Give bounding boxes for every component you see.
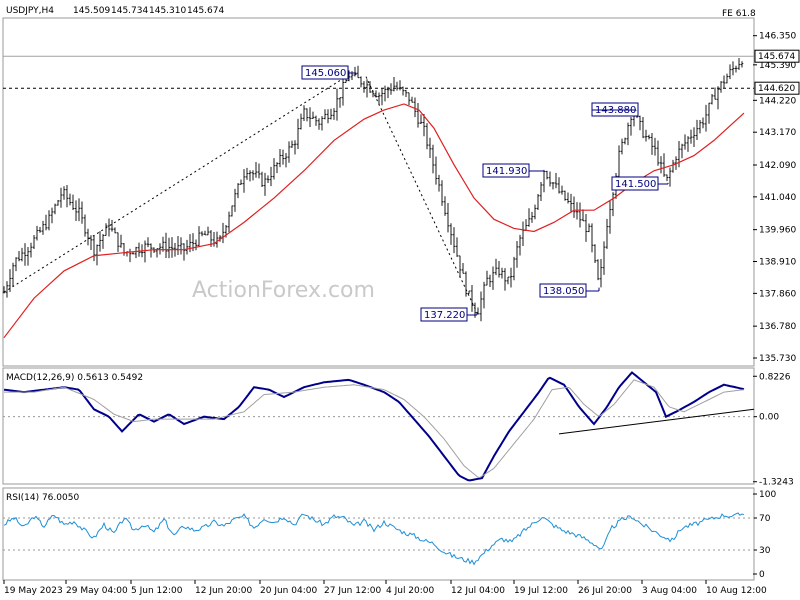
time-axis-label: 12 Jul 04:00 — [451, 586, 505, 596]
chart-canvas: 146.350145.390144.220143.170142.090141.0… — [2, 6, 800, 596]
price-axis-label: 136.780 — [759, 322, 796, 332]
projection-line — [3, 74, 350, 293]
price-axis-label: 137.860 — [759, 289, 796, 299]
rsi-axis-label: 30 — [759, 546, 771, 556]
price-axis-label: 135.730 — [759, 354, 796, 364]
time-axis-label: 26 Jul 20:00 — [578, 586, 632, 596]
macd-main-line — [3, 371, 745, 482]
annotation-label: 137.220 — [424, 310, 465, 321]
price-axis-label: 141.040 — [759, 193, 796, 203]
price-axis-label: 146.350 — [759, 32, 796, 42]
time-axis-label: 19 May 2023 — [4, 586, 63, 596]
macd-signal-line — [4, 379, 745, 478]
rsi-pane-frame — [2, 487, 755, 581]
time-axis-label: 3 Aug 04:00 — [642, 586, 697, 596]
open-value: 145.509 — [73, 6, 110, 16]
symbol-label: USDJPY,H4 — [6, 6, 54, 16]
price-axis-label: 142.090 — [759, 161, 796, 171]
annotation-label: 141.930 — [486, 166, 527, 177]
time-axis-label: 29 May 04:00 — [66, 586, 128, 596]
price-axis-label: 138.910 — [759, 258, 796, 268]
level-price-tag-label: 144.620 — [758, 84, 795, 94]
macd-pane: 0.8226 0.00 -1.3243 — [3, 371, 794, 488]
annotation-label: 138.050 — [543, 286, 584, 297]
close-value: 145.674 — [187, 6, 224, 16]
price-axis-label: 143.170 — [759, 128, 796, 138]
time-axis-label: 10 Aug 12:00 — [706, 586, 767, 596]
price-pane-frame — [2, 17, 755, 367]
projection-line — [365, 76, 478, 314]
price-axis-label: 139.960 — [759, 226, 796, 236]
rsi-axis-label: 0 — [759, 570, 765, 580]
macd-axis-label: 0.8226 — [759, 372, 791, 382]
macd-axis-label: 0.00 — [759, 413, 779, 423]
macd-pane-frame — [2, 367, 755, 485]
high-value: 145.734 — [111, 6, 148, 16]
low-value: 145.310 — [149, 6, 186, 16]
rsi-line — [3, 512, 745, 566]
fe-label: FE 61.8 — [722, 9, 756, 19]
price-axis-label: 144.220 — [759, 96, 796, 106]
macd-trendline — [558, 408, 755, 435]
annotation-label: 145.060 — [305, 68, 346, 79]
macd-axis-label: -1.3243 — [759, 478, 794, 488]
time-axis-label: 19 Jul 12:00 — [514, 586, 568, 596]
rsi-axis-label: 70 — [759, 514, 771, 524]
time-axis-label: 5 Jun 12:00 — [131, 586, 183, 596]
rsi-title: RSI(14) 76.0050 — [6, 493, 79, 503]
rsi-axis-label: 100 — [759, 490, 776, 500]
watermark: ActionForex.com — [192, 278, 375, 303]
macd-title: MACD(12,26,9) 0.5613 0.5492 — [6, 373, 143, 383]
current-price-tag-label: 145.674 — [758, 52, 795, 62]
time-axis-label: 4 Jul 20:00 — [386, 586, 435, 596]
time-axis-label: 12 Jun 20:00 — [195, 586, 252, 596]
rsi-pane: 100 70 30 0 — [3, 490, 776, 580]
time-axis-label: 27 Jun 12:00 — [324, 586, 381, 596]
time-axis-label: 20 Jun 04:00 — [260, 586, 317, 596]
annotation-label: 141.500 — [615, 179, 656, 190]
price-pane: 146.350145.390144.220143.170142.090141.0… — [2, 32, 800, 596]
